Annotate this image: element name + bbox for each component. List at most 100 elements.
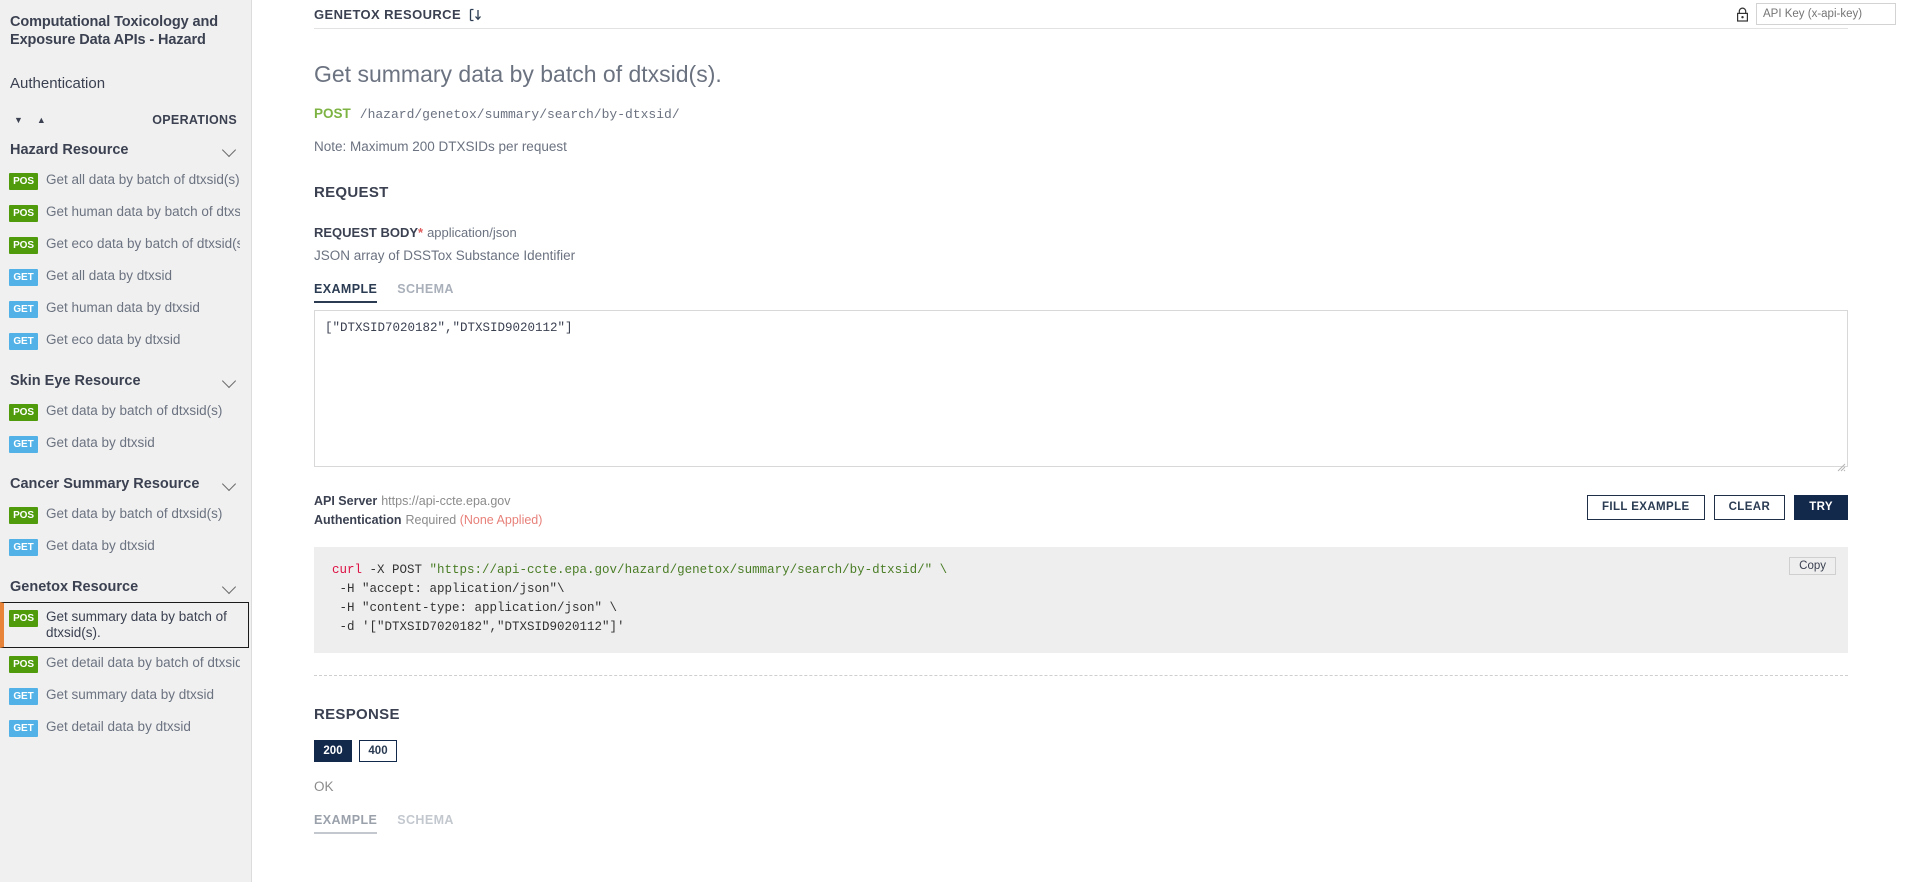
op-label: Get eco data by batch of dtxsid(s) (46, 236, 240, 252)
sidebar-op-hazard-get-all[interactable]: GET Get all data by dtxsid (0, 261, 251, 293)
request-body-label: REQUEST BODY (314, 225, 418, 240)
group-title: Cancer Summary Resource (10, 476, 199, 492)
method-badge-post: POS (9, 656, 38, 673)
op-label: Get human data by dtxsid (46, 300, 200, 316)
try-button[interactable]: TRY (1794, 495, 1848, 520)
sidebar-op-hazard-post-all-batch[interactable]: POS Get all data by batch of dtxsid(s). (0, 165, 251, 197)
method-badge-post: POS (9, 237, 38, 254)
tab-response-example[interactable]: EXAMPLE (314, 813, 377, 834)
main-panel: GENETOX RESOURCE (252, 0, 1910, 882)
group-title: Hazard Resource (10, 142, 128, 158)
sidebar-group-genetox-resource[interactable]: Genetox Resource (0, 571, 251, 602)
op-label: Get data by batch of dtxsid(s) (46, 403, 222, 419)
sidebar-op-genetox-get-detail[interactable]: GET Get detail data by dtxsid (0, 712, 251, 744)
sidebar-op-genetox-post-detail-batch[interactable]: POS Get detail data by batch of dtxsid(s… (0, 648, 251, 680)
authentication-value: Required (406, 513, 457, 527)
api-key-area (1736, 3, 1896, 25)
curl-url: "https://api-ccte.epa.gov/hazard/genetox… (430, 563, 948, 577)
endpoint-row: POST /hazard/genetox/summary/search/by-d… (314, 106, 1848, 122)
sidebar-op-genetox-get-summary[interactable]: GET Get summary data by dtxsid (0, 680, 251, 712)
resource-title: GENETOX RESOURCE (314, 7, 461, 22)
method-badge-get: GET (9, 301, 38, 318)
response-section-heading: RESPONSE (314, 706, 1848, 723)
sidebar-op-cancer-post-batch[interactable]: POS Get data by batch of dtxsid(s) (0, 499, 251, 531)
authentication-status: (None Applied) (460, 513, 543, 527)
sidebar-op-hazard-post-human-batch[interactable]: POS Get human data by batch of dtxsid(s) (0, 197, 251, 229)
group-title: Skin Eye Resource (10, 373, 141, 389)
chevron-down-icon (223, 580, 237, 594)
sidebar-op-hazard-get-eco[interactable]: GET Get eco data by dtxsid (0, 325, 251, 357)
lock-icon (1736, 7, 1749, 22)
sidebar-group-cancer-summary-resource[interactable]: Cancer Summary Resource (0, 468, 251, 499)
tab-request-example[interactable]: EXAMPLE (314, 282, 377, 303)
op-label: Get detail data by batch of dtxsid(s) (46, 655, 240, 671)
request-body-editor[interactable] (314, 310, 1848, 467)
endpoint-method: POST (314, 106, 351, 121)
sidebar-op-cancer-get-dtxsid[interactable]: GET Get data by dtxsid (0, 531, 251, 563)
required-marker: * (418, 225, 423, 240)
app-root: Computational Toxicology and Exposure Da… (0, 0, 1910, 882)
op-label: Get data by batch of dtxsid(s) (46, 506, 222, 522)
method-badge-get: GET (9, 688, 38, 705)
request-editor-wrap (314, 303, 1848, 472)
sidebar-op-skineye-post-batch[interactable]: POS Get data by batch of dtxsid(s) (0, 396, 251, 428)
status-tab-200[interactable]: 200 (314, 740, 352, 762)
response-separator (314, 675, 1848, 676)
endpoint-note: Note: Maximum 200 DTXSIDs per request (314, 139, 1848, 154)
request-body-tabs: EXAMPLE SCHEMA (314, 282, 1848, 303)
sidebar-group-skin-eye-resource[interactable]: Skin Eye Resource (0, 365, 251, 396)
api-server-label: API Server (314, 494, 377, 508)
expand-collapse-group: ▼ ▲ (14, 116, 46, 125)
authentication-line: Authentication Required (None Applied) (314, 511, 542, 530)
api-title: Computational Toxicology and Exposure Da… (0, 10, 251, 49)
chevron-down-icon (223, 143, 237, 157)
curl-command: curl (332, 563, 362, 577)
method-badge-get: GET (9, 269, 38, 286)
copy-button[interactable]: Copy (1789, 557, 1836, 575)
api-server-line: API Serverhttps://api-ccte.epa.gov (314, 492, 542, 511)
group-title: Genetox Resource (10, 579, 138, 595)
status-tab-400[interactable]: 400 (359, 740, 397, 762)
method-badge-post: POS (9, 610, 38, 627)
api-key-input[interactable] (1756, 3, 1896, 25)
sidebar-op-genetox-post-summary-batch[interactable]: POS Get summary data by batch of dtxsid(… (0, 602, 249, 648)
page-title: Get summary data by batch of dtxsid(s). (314, 61, 1848, 89)
action-buttons: FILL EXAMPLE CLEAR TRY (1587, 492, 1848, 520)
clear-button[interactable]: CLEAR (1714, 495, 1786, 520)
op-label: Get all data by dtxsid (46, 268, 172, 284)
chevron-down-icon (223, 477, 237, 491)
expand-all-icon[interactable]: ▲ (37, 116, 46, 125)
curl-line-3: -H "content-type: application/json" \ (332, 599, 1830, 618)
sidebar-op-hazard-post-eco-batch[interactable]: POS Get eco data by batch of dtxsid(s) (0, 229, 251, 261)
tab-response-schema[interactable]: SCHEMA (397, 813, 454, 834)
method-badge-post: POS (9, 173, 38, 190)
fill-example-button[interactable]: FILL EXAMPLE (1587, 495, 1705, 520)
operations-toolbar: ▼ ▲ OPERATIONS (0, 92, 251, 126)
sidebar-authentication-link[interactable]: Authentication (0, 49, 251, 92)
endpoint-path: /hazard/genetox/summary/search/by-dtxsid… (360, 107, 680, 122)
server-and-actions-row: API Serverhttps://api-ccte.epa.gov Authe… (314, 492, 1848, 531)
header-divider (314, 28, 1848, 29)
sidebar-group-hazard-resource[interactable]: Hazard Resource (0, 134, 251, 165)
op-label: Get data by dtxsid (46, 435, 155, 451)
sidebar-op-skineye-get-dtxsid[interactable]: GET Get data by dtxsid (0, 428, 251, 460)
response-body-tabs: EXAMPLE SCHEMA (314, 813, 1848, 834)
tab-request-schema[interactable]: SCHEMA (397, 282, 454, 303)
op-label: Get summary data by batch of dtxsid(s). (46, 609, 238, 641)
response-status-tabs: 200 400 (314, 740, 1848, 762)
method-badge-get: GET (9, 539, 38, 556)
response-status-text: OK (314, 779, 1848, 794)
curl-line-2: -H "accept: application/json"\ (332, 580, 1830, 599)
server-info: API Serverhttps://api-ccte.epa.gov Authe… (314, 492, 542, 531)
method-badge-post: POS (9, 404, 38, 421)
collapse-all-icon[interactable]: ▼ (14, 116, 23, 125)
op-label: Get summary data by dtxsid (46, 687, 214, 703)
op-label: Get detail data by dtxsid (46, 719, 191, 735)
sidebar-op-hazard-get-human[interactable]: GET Get human data by dtxsid (0, 293, 251, 325)
method-badge-get: GET (9, 720, 38, 737)
download-icon[interactable] (468, 8, 482, 22)
method-badge-post: POS (9, 205, 38, 222)
authentication-label: Authentication (314, 513, 402, 527)
method-badge-get: GET (9, 333, 38, 350)
curl-line-1: curl -X POST "https://api-ccte.epa.gov/h… (332, 561, 1830, 580)
